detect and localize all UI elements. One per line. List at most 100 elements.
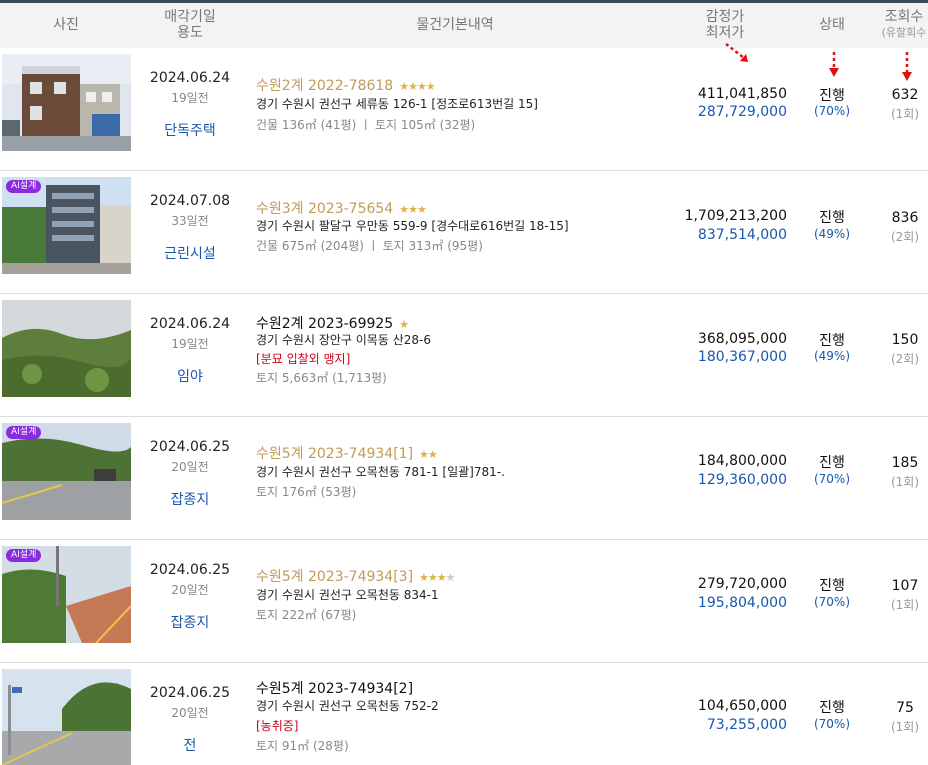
warning-tag: [농취증] bbox=[256, 719, 299, 733]
case-number-link[interactable]: 수원5계 2023-74934[2] bbox=[256, 678, 413, 698]
case-number[interactable]: 수원5계 2023-74934[3] bbox=[256, 569, 413, 585]
auction-date: 2024.06.25 bbox=[149, 439, 231, 455]
header-views: 조회수 (유찰회수 bbox=[868, 9, 928, 41]
appraisal-price: 1,709,213,200 bbox=[684, 208, 787, 224]
auction-date: 2024.06.25 bbox=[149, 562, 231, 578]
case-number-link[interactable]: 수원3계 2023-75654 ★★★ bbox=[256, 198, 427, 218]
minimum-price: 129,360,000 bbox=[697, 472, 787, 488]
property-photo[interactable] bbox=[2, 300, 131, 397]
property-photo[interactable] bbox=[2, 669, 131, 765]
days-left: 33일전 bbox=[171, 214, 209, 228]
view-count: 107 bbox=[891, 578, 919, 594]
address: 경기 수원시 장안구 이목동 산28-6 bbox=[256, 333, 431, 347]
property-use[interactable]: 잡종지 bbox=[140, 489, 240, 509]
address: 경기 수원시 권선구 오목천동 834-1 bbox=[256, 588, 439, 602]
view-count: 185 bbox=[891, 455, 919, 471]
property-use[interactable]: 잡종지 bbox=[140, 612, 240, 632]
table-row[interactable]: 2024.06.24 19일전 임야 수원2계 2023-69925 ★ 경기 수… bbox=[0, 294, 928, 417]
view-count: 632 bbox=[891, 87, 919, 103]
status: 진행 bbox=[819, 333, 845, 349]
appraisal-price: 368,095,000 bbox=[697, 331, 787, 347]
table-row[interactable]: 2024.06.24 19일전 단독주택 수원2계 2022-78618 ★★★★… bbox=[0, 48, 928, 171]
area-info: 토지 222㎡ (67평) bbox=[256, 608, 357, 622]
days-left: 19일전 bbox=[171, 337, 209, 351]
property-photo[interactable]: AI설계 bbox=[2, 546, 131, 643]
table-header: 사진 매각기일 용도 물건기본내역 감정가 최저가 상태 조회수 (유찰회수 bbox=[0, 3, 928, 48]
area-info: 건물 675㎡ (204평) ㅣ 토지 313㎡ (95평) bbox=[256, 239, 483, 253]
property-use[interactable]: 전 bbox=[140, 735, 240, 755]
minimum-price: 180,367,000 bbox=[697, 349, 787, 365]
auction-date: 2024.07.08 bbox=[149, 193, 231, 209]
ai-design-badge: AI설계 bbox=[6, 180, 42, 193]
appraisal-price: 411,041,850 bbox=[697, 86, 787, 102]
case-number-link[interactable]: 수원5계 2023-74934[1] ★★ bbox=[256, 443, 438, 463]
area-info: 토지 91㎡ (28평) bbox=[256, 739, 349, 753]
days-left: 20일전 bbox=[171, 460, 209, 474]
property-photo[interactable]: AI설계 bbox=[2, 423, 131, 520]
case-number[interactable]: 수원3계 2023-75654 bbox=[256, 201, 393, 217]
header-use: 용도 bbox=[177, 25, 203, 41]
case-number[interactable]: 수원5계 2023-74934[1] bbox=[256, 446, 413, 462]
days-left: 20일전 bbox=[171, 706, 209, 720]
case-number-link[interactable]: 수원2계 2022-78618 ★★★★ bbox=[256, 75, 436, 95]
header-minimum: 최저가 bbox=[705, 25, 745, 41]
days-left: 19일전 bbox=[171, 91, 209, 105]
rating-stars: ★★ bbox=[419, 448, 438, 461]
property-photo[interactable] bbox=[2, 54, 131, 151]
table-row[interactable]: AI설계 2024.06.25 20일전 잡종지 수원5계 2023-74934… bbox=[0, 417, 928, 540]
ai-design-badge: AI설계 bbox=[6, 426, 42, 439]
ai-design-badge: AI설계 bbox=[6, 549, 42, 562]
fail-count: (2회) bbox=[890, 230, 920, 244]
appraisal-price: 184,800,000 bbox=[697, 453, 787, 469]
table-row[interactable]: AI설계 2024.07.08 33일전 근린시설 수원3계 2023-7565… bbox=[0, 171, 928, 294]
fail-count: (2회) bbox=[890, 352, 920, 366]
view-count: 150 bbox=[891, 332, 919, 348]
status: 진행 bbox=[819, 455, 845, 471]
rating-stars: ★★★ bbox=[399, 203, 427, 216]
minimum-price: 287,729,000 bbox=[697, 104, 787, 120]
fail-count: (1회) bbox=[890, 720, 920, 734]
minimum-price: 837,514,000 bbox=[697, 227, 787, 243]
case-number-link[interactable]: 수원5계 2023-74934[3] ★★★★ bbox=[256, 566, 456, 586]
minimum-price: 195,804,000 bbox=[697, 595, 787, 611]
rating-stars: ★★★★ bbox=[399, 80, 435, 93]
area-info: 건물 136㎡ (41평) ㅣ 토지 105㎡ (32평) bbox=[256, 118, 476, 132]
property-use[interactable]: 근린시설 bbox=[140, 243, 240, 263]
case-number[interactable]: 수원5계 2023-74934[2] bbox=[256, 681, 413, 697]
header-info: 물건기본내역 bbox=[416, 17, 494, 33]
property-photo[interactable]: AI설계 bbox=[2, 177, 131, 274]
status: 진행 bbox=[819, 210, 845, 226]
rate: (70%) bbox=[813, 104, 851, 118]
table-row[interactable]: 2024.06.25 20일전 전 수원5계 2023-74934[2] 경기 … bbox=[0, 663, 928, 765]
appraisal-price: 279,720,000 bbox=[697, 576, 787, 592]
rating-stars: ★★★★ bbox=[419, 571, 455, 584]
header-appraisal: 감정가 bbox=[705, 9, 745, 25]
area-info: 토지 176㎡ (53평) bbox=[256, 485, 357, 499]
case-number[interactable]: 수원2계 2023-69925 bbox=[256, 316, 393, 332]
header-photo: 사진 bbox=[53, 17, 79, 33]
property-use[interactable]: 단독주택 bbox=[140, 120, 240, 140]
property-use[interactable]: 임야 bbox=[140, 366, 240, 386]
area-info: 토지 5,663㎡ (1,713평) bbox=[256, 371, 387, 385]
view-count: 836 bbox=[891, 210, 919, 226]
address: 경기 수원시 권선구 오목천동 752-2 bbox=[256, 699, 439, 713]
header-price: 감정가 최저가 bbox=[680, 9, 770, 41]
fail-count: (1회) bbox=[890, 598, 920, 612]
auction-date: 2024.06.24 bbox=[149, 316, 231, 332]
address: 경기 수원시 팔달구 우만동 559-9 [경수대로616번길 18-15] bbox=[256, 219, 569, 233]
rate: (49%) bbox=[813, 349, 851, 363]
address: 경기 수원시 권선구 세류동 126-1 [정조로613번길 15] bbox=[256, 97, 538, 111]
fail-count: (1회) bbox=[890, 107, 920, 121]
case-number-link[interactable]: 수원2계 2023-69925 ★ bbox=[256, 313, 409, 333]
header-views-label: 조회수 bbox=[884, 9, 924, 25]
auction-date: 2024.06.25 bbox=[149, 685, 231, 701]
header-fails-label: (유찰회수 bbox=[881, 26, 927, 39]
address: 경기 수원시 권선구 오목천동 781-1 [일괄]781-. bbox=[256, 465, 505, 479]
case-number[interactable]: 수원2계 2022-78618 bbox=[256, 78, 393, 94]
auction-date: 2024.06.24 bbox=[149, 70, 231, 86]
appraisal-price: 104,650,000 bbox=[697, 698, 787, 714]
status: 진행 bbox=[819, 578, 845, 594]
table-row[interactable]: AI설계 2024.06.25 20일전 잡종지 수원5계 2023-74934… bbox=[0, 540, 928, 663]
header-date: 매각기일 bbox=[164, 9, 216, 25]
rating-stars: ★ bbox=[399, 318, 409, 331]
